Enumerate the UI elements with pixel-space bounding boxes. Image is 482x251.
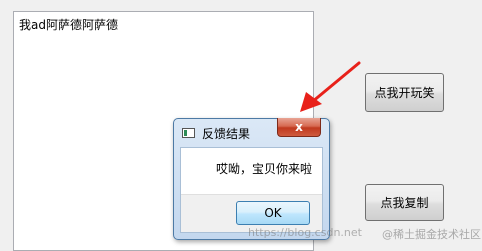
dialog-message: 哎呦，宝贝你来啦 — [215, 162, 312, 176]
watermark-url: https://blog.csdn.net — [248, 226, 362, 239]
watermark-brand: @稀土掘金技术社区 — [382, 228, 481, 241]
text-area-content: 我ad阿萨德阿萨德 — [19, 18, 118, 32]
ok-button[interactable]: OK — [236, 201, 310, 225]
dialog-title: 反馈结果 — [202, 127, 251, 141]
close-button[interactable]: x — [277, 118, 321, 137]
copy-button[interactable]: 点我复制 — [365, 184, 444, 221]
close-icon: x — [295, 120, 303, 134]
feedback-dialog: 反馈结果 x 哎呦，宝贝你来啦 OK — [173, 118, 330, 240]
red-arrow-annotation — [300, 61, 361, 112]
dialog-body: 哎呦，宝贝你来啦 OK — [180, 147, 323, 233]
window-icon — [182, 128, 195, 138]
joke-button[interactable]: 点我开玩笑 — [365, 73, 444, 112]
